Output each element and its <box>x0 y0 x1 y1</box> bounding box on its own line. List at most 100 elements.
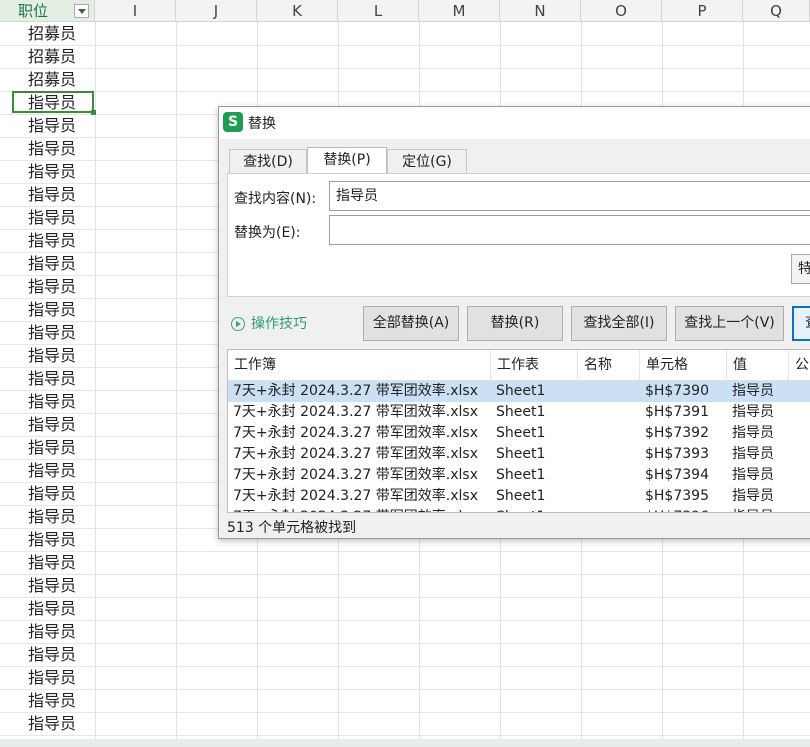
cell[interactable]: 指导员 <box>28 321 94 344</box>
col-header-sheet[interactable]: 工作表 <box>491 350 578 380</box>
cell[interactable]: 指导员 <box>28 459 94 482</box>
result-cell: $H$7395 <box>645 488 709 504</box>
col-header-cell[interactable]: 单元格 <box>640 350 727 380</box>
result-value: 指导员 <box>727 507 774 512</box>
replace-button[interactable]: 替换(R) <box>467 306 563 341</box>
tips-link[interactable]: 操作技巧 <box>231 313 307 335</box>
cell[interactable]: 指导员 <box>28 160 94 183</box>
cell[interactable]: 指导员 <box>28 344 94 367</box>
replace-dialog: S 替换 查找(D) 替换(P) 定位(G) 查找内容(N): 指导员 替换为(… <box>218 106 810 539</box>
column-header-m[interactable]: M <box>419 0 500 22</box>
table-row[interactable]: 7天+永封 2024.3.27 带军团效率.xlsx Sheet1 $H$7396 指… <box>228 507 810 512</box>
cell[interactable]: 指导员 <box>28 551 94 574</box>
cell[interactable]: 招募员 <box>28 45 94 68</box>
column-letter: Q <box>770 2 782 20</box>
column-letter: O <box>615 2 627 20</box>
column-letter: N <box>534 2 546 20</box>
cell[interactable]: 指导员 <box>28 528 94 551</box>
table-row[interactable]: 7天+永封 2024.3.27 带军团效率.xlsx Sheet1 $H$7393 指… <box>228 444 810 465</box>
cell[interactable]: 指导员 <box>28 114 94 137</box>
result-name <box>578 486 583 507</box>
app-logo-icon: S <box>223 112 243 132</box>
col-header-formula[interactable]: 公 <box>789 350 810 380</box>
cell[interactable]: 指导员 <box>28 712 94 735</box>
column-letter: P <box>697 2 707 20</box>
result-cell: $H$7391 <box>645 404 709 420</box>
table-row[interactable]: 7天+永封 2024.3.27 带军团效率.xlsx Sheet1 $H$7391 指… <box>228 402 810 423</box>
column-header-label: 职位 <box>18 2 49 20</box>
table-row[interactable]: 7天+永封 2024.3.27 带军团效率.xlsx Sheet1 $H$7394 指… <box>228 465 810 486</box>
column-header-o[interactable]: O <box>581 0 662 22</box>
cell[interactable]: 招募员 <box>28 22 94 45</box>
tab-goto[interactable]: 定位(G) <box>387 149 467 173</box>
result-name <box>578 402 583 423</box>
replace-label: 替换为(E): <box>234 225 301 241</box>
column-header-l[interactable]: L <box>338 0 419 22</box>
table-row[interactable]: 7天+永封 2024.3.27 带军团效率.xlsx Sheet1 $H$7392 指… <box>228 423 810 444</box>
cell[interactable]: 指导员 <box>28 390 94 413</box>
find-next-button[interactable]: 查 <box>792 306 810 341</box>
cell[interactable]: 指导员 <box>28 275 94 298</box>
cell[interactable]: 指导员 <box>28 183 94 206</box>
result-workbook: 7天+永封 2024.3.27 带军团效率.xlsx <box>233 446 478 462</box>
results-header: 工作簿 工作表 名称 单元格 值 公 <box>228 350 810 381</box>
col-header-workbook[interactable]: 工作簿 <box>228 350 491 380</box>
grid-line-horizontal <box>0 551 810 552</box>
replace-input[interactable] <box>329 215 810 245</box>
column-header-h[interactable]: 职位 <box>0 0 95 22</box>
tab-find[interactable]: 查找(D) <box>229 149 307 173</box>
cell[interactable]: 指导员 <box>28 436 94 459</box>
fill-handle[interactable] <box>91 110 96 115</box>
grid-line-horizontal <box>0 91 810 92</box>
results-table: 工作簿 工作表 名称 单元格 值 公 7天+永封 2024.3.27 带军团效率… <box>227 349 810 513</box>
cell[interactable]: 指导员 <box>28 505 94 528</box>
result-sheet: Sheet1 <box>491 507 545 512</box>
grid-line-vertical <box>176 22 177 739</box>
cell[interactable]: 指导员 <box>28 367 94 390</box>
col-header-value[interactable]: 值 <box>727 350 789 380</box>
table-row[interactable]: 7天+永封 2024.3.27 带军团效率.xlsx Sheet1 $H$7395 指… <box>228 486 810 507</box>
result-workbook: 7天+永封 2024.3.27 带军团效率.xlsx <box>233 404 478 420</box>
column-header-k[interactable]: K <box>257 0 338 22</box>
column-letter: I <box>132 2 138 20</box>
cell[interactable]: 指导员 <box>28 482 94 505</box>
result-value: 指导员 <box>732 467 774 483</box>
column-header-j[interactable]: J <box>176 0 257 22</box>
cell[interactable]: 指导员 <box>28 620 94 643</box>
table-row[interactable]: 7天+永封 2024.3.27 带军团效率.xlsx Sheet1 $H$7390 指… <box>228 381 810 402</box>
find-label: 查找内容(N): <box>234 191 317 207</box>
special-format-button[interactable]: 特 <box>791 254 810 284</box>
grid-line-horizontal <box>0 68 810 69</box>
find-input[interactable]: 指导员 <box>329 181 810 211</box>
cell[interactable]: 指导员 <box>28 574 94 597</box>
cell[interactable]: 指导员 <box>28 643 94 666</box>
find-all-button[interactable]: 查找全部(I) <box>571 306 667 341</box>
cell[interactable]: 指导员 <box>28 413 94 436</box>
result-workbook: 7天+永封 2024.3.27 带军团效率.xlsx <box>233 383 478 399</box>
column-header-i[interactable]: I <box>95 0 176 22</box>
result-cell: $H$7390 <box>645 383 709 399</box>
result-value: 指导员 <box>732 404 774 420</box>
grid-line-horizontal <box>0 689 810 690</box>
column-header-p[interactable]: P <box>662 0 743 22</box>
tab-replace[interactable]: 替换(P) <box>307 147 387 174</box>
cell[interactable]: 指导员 <box>28 206 94 229</box>
cell[interactable]: 指导员 <box>28 137 94 160</box>
replace-all-button[interactable]: 全部替换(A) <box>363 306 459 341</box>
column-header-q[interactable]: Q <box>743 0 810 22</box>
column-header-n[interactable]: N <box>500 0 581 22</box>
active-cell-border <box>12 91 94 113</box>
cell[interactable]: 指导员 <box>28 666 94 689</box>
find-previous-button[interactable]: 查找上一个(V) <box>675 306 784 341</box>
cell[interactable]: 指导员 <box>28 229 94 252</box>
grid-line-vertical <box>95 22 96 739</box>
result-sheet: Sheet1 <box>496 446 546 462</box>
col-header-name[interactable]: 名称 <box>578 350 640 380</box>
chevron-down-icon[interactable] <box>74 4 89 18</box>
cell[interactable]: 招募员 <box>28 68 94 91</box>
cell[interactable]: 指导员 <box>28 298 94 321</box>
dialog-titlebar[interactable]: S 替换 <box>219 107 810 139</box>
cell[interactable]: 指导员 <box>28 689 94 712</box>
cell[interactable]: 指导员 <box>28 597 94 620</box>
cell[interactable]: 指导员 <box>28 252 94 275</box>
